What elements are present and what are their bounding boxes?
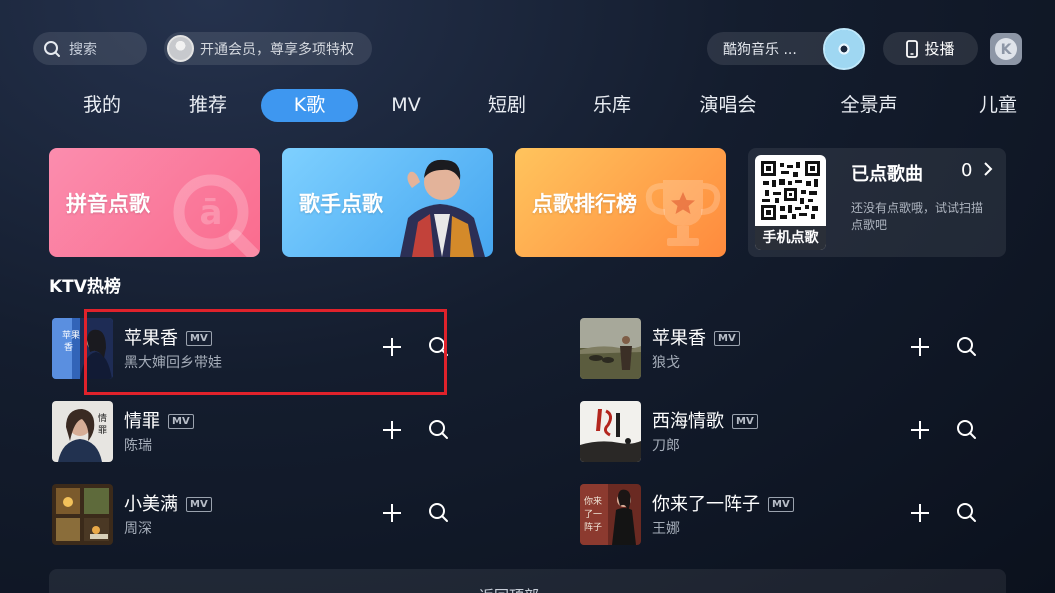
- mv-badge: MV: [732, 414, 758, 429]
- song-artist: 周深: [124, 521, 152, 537]
- rank-card[interactable]: 点歌排行榜: [515, 148, 726, 257]
- rank-card-label: 点歌排行榜: [532, 192, 637, 216]
- song-cover: [580, 401, 641, 462]
- qr-code: 手机点歌: [755, 155, 826, 250]
- singer-photo: [400, 159, 485, 257]
- ordered-songs-card[interactable]: 手机点歌 已点歌曲 0 还没有点歌哦，试试扫描点歌吧: [748, 148, 1006, 257]
- song-title: 西海情歌: [652, 411, 724, 432]
- disc-icon[interactable]: [823, 28, 865, 70]
- song-artist: 刀郎: [652, 438, 680, 454]
- cast-label: 投播: [924, 40, 955, 58]
- search-label: 搜索: [69, 41, 97, 58]
- song-title: 苹果香: [652, 328, 706, 349]
- tab-short-drama[interactable]: 短剧: [475, 89, 539, 122]
- chevron-right-icon: [984, 162, 993, 176]
- phone-icon: [906, 39, 919, 58]
- song-name: 小美满 MV: [124, 490, 212, 516]
- tab-library[interactable]: 乐库: [580, 89, 644, 122]
- song-cover: [52, 484, 113, 545]
- tab-mine[interactable]: 我的: [70, 89, 134, 122]
- song-artist: 王娜: [652, 521, 680, 537]
- song-name: 西海情歌 MV: [652, 407, 758, 433]
- song-row[interactable]: 小美满 MV 周深: [52, 484, 472, 546]
- song-row[interactable]: 情 罪 情罪 MV 陈瑞: [52, 401, 472, 463]
- svg-text:香: 香: [64, 342, 73, 353]
- ordered-songs-count: 0: [961, 160, 994, 181]
- svg-text:你来: 你来: [584, 495, 602, 507]
- song-cover-image: [52, 484, 113, 545]
- add-icon[interactable]: [380, 418, 404, 442]
- svg-text:ā: ā: [200, 193, 223, 233]
- qr-label: 手机点歌: [755, 226, 826, 250]
- song-artist: 狼戈: [652, 355, 680, 371]
- tab-recommend[interactable]: 推荐: [176, 89, 240, 122]
- search-icon: [44, 40, 60, 57]
- jump-to-top[interactable]: 返回顶部: [49, 569, 1006, 593]
- svg-text:苹果: 苹果: [62, 329, 80, 341]
- search-box[interactable]: 搜索: [33, 32, 147, 65]
- song-cover: 你来 了一 阵子: [580, 484, 641, 545]
- add-icon[interactable]: [908, 501, 932, 525]
- section-title: KTV热榜: [49, 277, 121, 297]
- focus-highlight-box: [84, 309, 447, 395]
- song-cover-image: 你来 了一 阵子: [580, 484, 641, 545]
- vip-promo-button[interactable]: 开通会员，尊享多项特权: [164, 32, 372, 65]
- song-cover: [580, 318, 641, 379]
- mv-badge: MV: [186, 497, 212, 512]
- vip-label: 开通会员，尊享多项特权: [200, 41, 354, 58]
- ordered-count-value: 0: [961, 160, 973, 181]
- svg-text:罪: 罪: [98, 425, 107, 436]
- svg-text:K: K: [1001, 42, 1013, 58]
- jump-to-top-label: 返回顶部: [479, 585, 539, 593]
- tab-karaoke[interactable]: K歌: [261, 89, 358, 122]
- song-artist: 陈瑞: [124, 438, 152, 454]
- kugou-logo-icon: K: [995, 38, 1017, 60]
- add-icon[interactable]: [908, 335, 932, 359]
- song-name: 情罪 MV: [124, 407, 194, 433]
- song-cover-image: [580, 401, 641, 462]
- trophy-icon: [645, 180, 721, 246]
- song-row[interactable]: 苹果香 MV 狼戈: [580, 318, 1000, 380]
- mv-badge: MV: [168, 414, 194, 429]
- magnifier-icon[interactable]: [955, 335, 979, 359]
- magnifier-icon[interactable]: [427, 418, 451, 442]
- mv-badge: MV: [714, 331, 740, 346]
- mv-badge: MV: [768, 497, 794, 512]
- song-cover: 情 罪: [52, 401, 113, 462]
- app-logo[interactable]: K: [990, 33, 1022, 65]
- ordered-songs-title: 已点歌曲: [851, 164, 923, 185]
- magnifier-icon[interactable]: [955, 418, 979, 442]
- song-title: 小美满: [124, 494, 178, 515]
- add-icon[interactable]: [380, 501, 404, 525]
- song-cover-image: [580, 318, 641, 379]
- cast-button[interactable]: 投播: [883, 32, 978, 65]
- qr-code-image: [761, 161, 820, 220]
- magnifier-icon[interactable]: [427, 501, 451, 525]
- ordered-songs-desc: 还没有点歌哦，试试扫描点歌吧: [851, 201, 984, 232]
- magnifier-icon[interactable]: [955, 501, 979, 525]
- pinyin-magnifier-icon: ā: [173, 174, 260, 257]
- song-name: 你来了一阵子 MV: [652, 490, 794, 516]
- song-title: 情罪: [124, 411, 160, 432]
- avatar: [167, 35, 194, 62]
- tab-concert[interactable]: 演唱会: [688, 89, 768, 122]
- now-playing-label: 酷狗音乐 ...: [723, 41, 797, 58]
- song-title: 你来了一阵子: [652, 494, 760, 515]
- tab-mv[interactable]: MV: [378, 89, 434, 122]
- tab-panoramic-sound[interactable]: 全景声: [829, 89, 909, 122]
- song-row[interactable]: 西海情歌 MV 刀郎: [580, 401, 1000, 463]
- pinyin-card-label: 拼音点歌: [66, 192, 150, 216]
- svg-text:阵子: 阵子: [584, 521, 602, 533]
- add-icon[interactable]: [908, 418, 932, 442]
- svg-text:情: 情: [98, 412, 107, 424]
- song-cover-image: 情 罪: [52, 401, 113, 462]
- song-name: 苹果香 MV: [652, 324, 740, 350]
- singer-search-card[interactable]: 歌手点歌: [282, 148, 493, 257]
- svg-text:了一: 了一: [584, 509, 602, 520]
- singer-card-label: 歌手点歌: [299, 192, 383, 216]
- tab-kids[interactable]: 儿童: [966, 89, 1030, 122]
- song-row[interactable]: 你来 了一 阵子 你来了一阵子 MV 王娜: [580, 484, 1000, 546]
- pinyin-search-card[interactable]: ā 拼音点歌: [49, 148, 260, 257]
